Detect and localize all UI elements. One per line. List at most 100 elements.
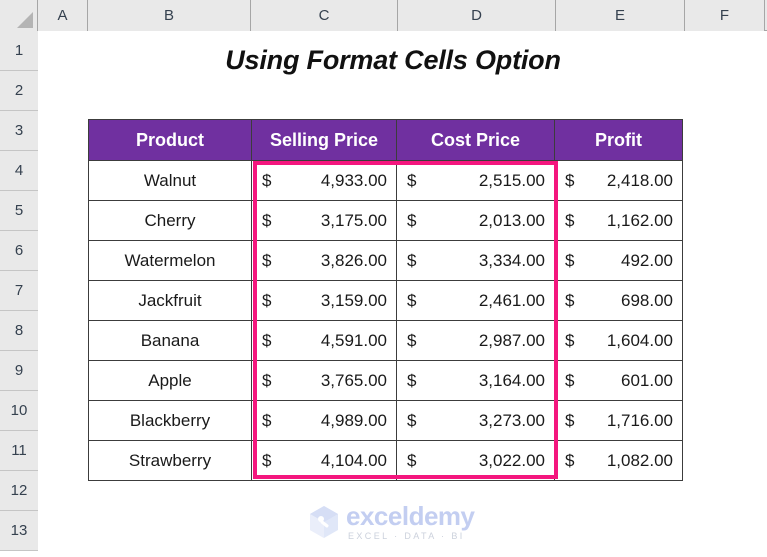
data-table: Product Selling Price Cost Price Profit … bbox=[88, 119, 683, 481]
table-body: Walnut $4,933.00 $2,515.00 $2,418.00 Che… bbox=[88, 160, 683, 481]
currency-symbol: $ bbox=[407, 450, 417, 470]
currency-symbol: $ bbox=[565, 450, 575, 470]
exceldemy-watermark: exceldemy EXCEL · DATA · BI bbox=[309, 503, 475, 541]
cell-selling-price[interactable]: $3,826.00 bbox=[251, 240, 397, 281]
currency-symbol: $ bbox=[262, 250, 272, 270]
spreadsheet: A B C D E F 1 2 3 4 5 6 7 8 9 10 11 12 1… bbox=[0, 0, 767, 557]
watermark-tagline: EXCEL · DATA · BI bbox=[348, 531, 465, 541]
amount: 3,175.00 bbox=[320, 210, 387, 230]
currency-symbol: $ bbox=[262, 210, 272, 230]
cell-product[interactable]: Apple bbox=[88, 360, 252, 401]
cell-cost-price[interactable]: $2,013.00 bbox=[396, 200, 555, 241]
sheet-title: Using Format Cells Option bbox=[225, 44, 561, 75]
row-header-9[interactable]: 9 bbox=[0, 351, 38, 391]
cell-selling-price[interactable]: $3,159.00 bbox=[251, 280, 397, 321]
table-row[interactable]: Strawberry $4,104.00 $3,022.00 $1,082.00 bbox=[88, 440, 683, 481]
amount: 4,933.00 bbox=[320, 170, 387, 190]
amount: 3,334.00 bbox=[478, 250, 545, 270]
row-header-5[interactable]: 5 bbox=[0, 191, 38, 231]
column-header-a[interactable]: A bbox=[38, 0, 88, 31]
column-header-bar: A B C D E F bbox=[0, 0, 767, 31]
amount: 4,104.00 bbox=[320, 450, 387, 470]
table-row[interactable]: Jackfruit $3,159.00 $2,461.00 $698.00 bbox=[88, 280, 683, 321]
amount: 3,164.00 bbox=[478, 370, 545, 390]
cell-cost-price[interactable]: $2,987.00 bbox=[396, 320, 555, 361]
cell-cost-price[interactable]: $3,022.00 bbox=[396, 440, 555, 481]
column-header-c[interactable]: C bbox=[251, 0, 398, 31]
table-row[interactable]: Watermelon $3,826.00 $3,334.00 $492.00 bbox=[88, 240, 683, 281]
row-header-10[interactable]: 10 bbox=[0, 391, 38, 431]
cell-product[interactable]: Cherry bbox=[88, 200, 252, 241]
currency-symbol: $ bbox=[565, 250, 575, 270]
currency-symbol: $ bbox=[262, 410, 272, 430]
cell-selling-price[interactable]: $4,989.00 bbox=[251, 400, 397, 441]
cell-cost-price[interactable]: $3,334.00 bbox=[396, 240, 555, 281]
cell-profit[interactable]: $1,604.00 bbox=[554, 320, 683, 361]
currency-symbol: $ bbox=[407, 330, 417, 350]
currency-symbol: $ bbox=[565, 410, 575, 430]
currency-symbol: $ bbox=[565, 330, 575, 350]
cell-profit[interactable]: $1,162.00 bbox=[554, 200, 683, 241]
row-header-11[interactable]: 11 bbox=[0, 431, 38, 471]
cell-product[interactable]: Jackfruit bbox=[88, 280, 252, 321]
cell-product[interactable]: Walnut bbox=[88, 160, 252, 201]
cell-selling-price[interactable]: $3,765.00 bbox=[251, 360, 397, 401]
amount: 2,987.00 bbox=[478, 330, 545, 350]
select-all-corner[interactable] bbox=[0, 0, 38, 31]
row-header-2[interactable]: 2 bbox=[0, 71, 38, 111]
row-header-7[interactable]: 7 bbox=[0, 271, 38, 311]
currency-symbol: $ bbox=[565, 170, 575, 190]
cell-selling-price[interactable]: $4,591.00 bbox=[251, 320, 397, 361]
cell-profit[interactable]: $601.00 bbox=[554, 360, 683, 401]
amount: 1,082.00 bbox=[606, 450, 673, 470]
currency-symbol: $ bbox=[407, 170, 417, 190]
exceldemy-logo-icon bbox=[309, 505, 339, 539]
column-header-f[interactable]: F bbox=[685, 0, 765, 31]
cell-selling-price[interactable]: $3,175.00 bbox=[251, 200, 397, 241]
currency-symbol: $ bbox=[262, 450, 272, 470]
table-row[interactable]: Banana $4,591.00 $2,987.00 $1,604.00 bbox=[88, 320, 683, 361]
table-row[interactable]: Blackberry $4,989.00 $3,273.00 $1,716.00 bbox=[88, 400, 683, 441]
column-header-e[interactable]: E bbox=[556, 0, 685, 31]
cell-profit[interactable]: $698.00 bbox=[554, 280, 683, 321]
column-header-b[interactable]: B bbox=[88, 0, 251, 31]
cell-profit[interactable]: $1,716.00 bbox=[554, 400, 683, 441]
cell-cost-price[interactable]: $2,461.00 bbox=[396, 280, 555, 321]
cell-product[interactable]: Strawberry bbox=[88, 440, 252, 481]
amount: 3,765.00 bbox=[320, 370, 387, 390]
table-row[interactable]: Apple $3,765.00 $3,164.00 $601.00 bbox=[88, 360, 683, 401]
amount: 1,716.00 bbox=[606, 410, 673, 430]
row-header-12[interactable]: 12 bbox=[0, 471, 38, 511]
row-header-13[interactable]: 13 bbox=[0, 511, 38, 551]
column-header-d[interactable]: D bbox=[398, 0, 556, 31]
row-header-1[interactable]: 1 bbox=[0, 31, 38, 71]
cell-product[interactable]: Blackberry bbox=[88, 400, 252, 441]
row-header-4[interactable]: 4 bbox=[0, 151, 38, 191]
table-row[interactable]: Walnut $4,933.00 $2,515.00 $2,418.00 bbox=[88, 160, 683, 201]
column-title-product[interactable]: Product bbox=[88, 119, 252, 161]
cell-profit[interactable]: $492.00 bbox=[554, 240, 683, 281]
cell-product[interactable]: Watermelon bbox=[88, 240, 252, 281]
currency-symbol: $ bbox=[565, 210, 575, 230]
cell-profit[interactable]: $1,082.00 bbox=[554, 440, 683, 481]
amount: 2,013.00 bbox=[478, 210, 545, 230]
cell-selling-price[interactable]: $4,104.00 bbox=[251, 440, 397, 481]
cell-profit[interactable]: $2,418.00 bbox=[554, 160, 683, 201]
currency-symbol: $ bbox=[407, 370, 417, 390]
cell-selling-price[interactable]: $4,933.00 bbox=[251, 160, 397, 201]
amount: 3,022.00 bbox=[478, 450, 545, 470]
cell-cost-price[interactable]: $3,273.00 bbox=[396, 400, 555, 441]
row-header-3[interactable]: 3 bbox=[0, 111, 38, 151]
cell-cost-price[interactable]: $3,164.00 bbox=[396, 360, 555, 401]
row-header-6[interactable]: 6 bbox=[0, 231, 38, 271]
column-title-profit[interactable]: Profit bbox=[554, 119, 683, 161]
currency-symbol: $ bbox=[565, 290, 575, 310]
amount: 2,461.00 bbox=[478, 290, 545, 310]
row-header-8[interactable]: 8 bbox=[0, 311, 38, 351]
column-title-selling-price[interactable]: Selling Price bbox=[251, 119, 397, 161]
amount: 2,515.00 bbox=[478, 170, 545, 190]
column-title-cost-price[interactable]: Cost Price bbox=[396, 119, 555, 161]
cell-product[interactable]: Banana bbox=[88, 320, 252, 361]
cell-cost-price[interactable]: $2,515.00 bbox=[396, 160, 555, 201]
table-row[interactable]: Cherry $3,175.00 $2,013.00 $1,162.00 bbox=[88, 200, 683, 241]
